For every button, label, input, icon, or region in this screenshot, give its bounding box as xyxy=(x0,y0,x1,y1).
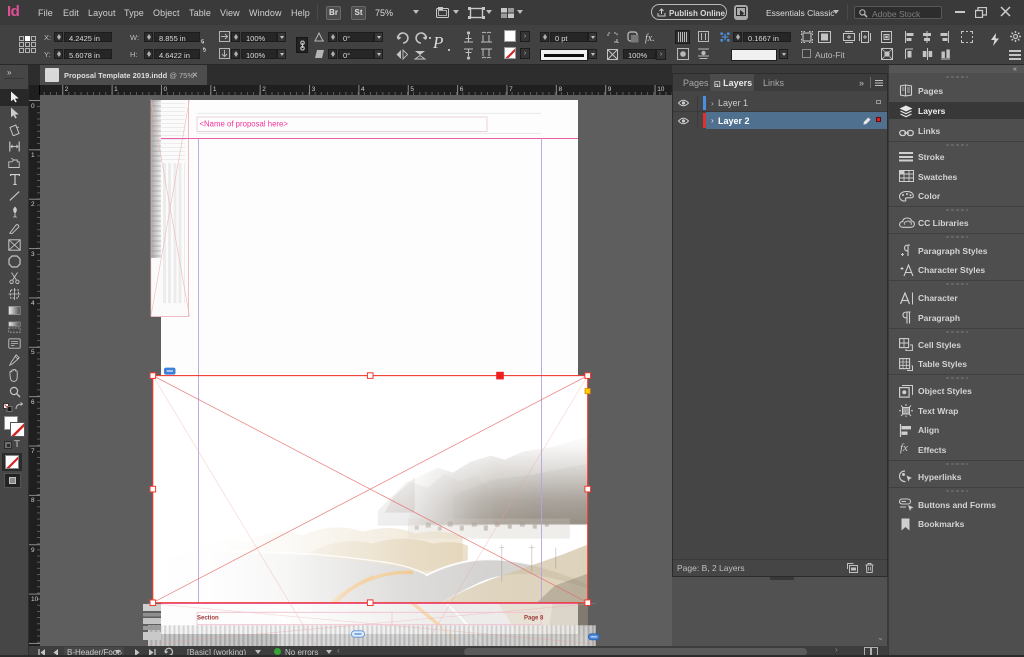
svg-text:Section: Section xyxy=(197,616,219,622)
svg-text:<Name of proposal here>: <Name of proposal here> xyxy=(200,120,289,129)
svg-text:Page 8: Page 8 xyxy=(524,616,544,622)
